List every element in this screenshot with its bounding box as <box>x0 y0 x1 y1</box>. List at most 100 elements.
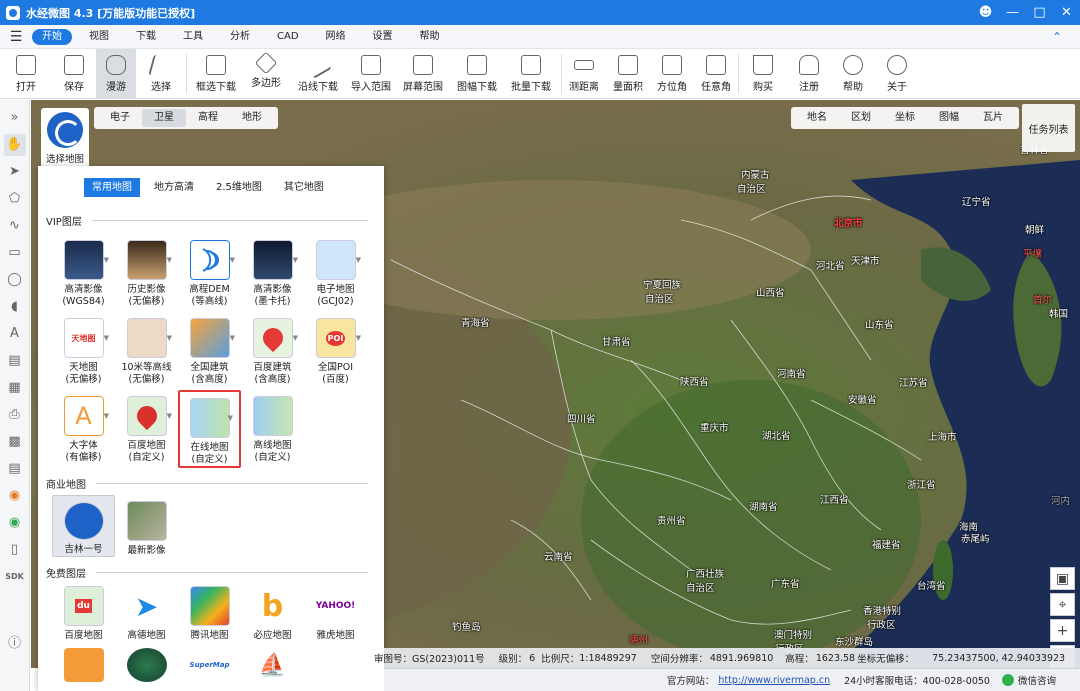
task-list-button[interactable]: 任务列表 <box>1022 104 1075 152</box>
layer-national-buildings[interactable]: ▼ 全国建筑 (含高度) <box>178 312 241 390</box>
layer-yahoo[interactable]: YAHOO! 雅虎地图 <box>304 580 367 642</box>
menu-network[interactable]: 网络 <box>316 29 356 45</box>
tab-terrain[interactable]: 地形 <box>230 109 274 127</box>
save-button[interactable]: 保存 <box>52 49 96 99</box>
wechat-consult-link[interactable]: 微信咨询 <box>1018 673 1056 687</box>
dropdown-arrow-icon[interactable]: ▼ <box>104 334 109 342</box>
menu-analysis[interactable]: 分析 <box>220 29 260 45</box>
dropdown-arrow-icon[interactable]: ▼ <box>356 256 361 264</box>
layer-large-font[interactable]: A ▼ 大字体 (有偏移) <box>52 390 115 468</box>
select-button[interactable]: 选择 <box>136 49 186 99</box>
tab-tiles[interactable]: 瓦片 <box>971 109 1015 127</box>
tab-electronic[interactable]: 电子 <box>98 109 142 127</box>
expand-icon[interactable]: » <box>4 107 26 129</box>
layer-baidu-custom[interactable]: ▼ 百度地图 (自定义) <box>115 390 178 468</box>
screen-range-button[interactable]: 屏幕范围 <box>393 49 453 99</box>
layer-baidu-buildings[interactable]: ▼ 百度建筑 (含高度) <box>241 312 304 390</box>
help-button[interactable]: 帮助 <box>831 49 875 99</box>
fullscreen-icon[interactable]: ▣ <box>1050 567 1075 590</box>
tab-other-maps[interactable]: 其它地图 <box>276 178 332 197</box>
azimuth-button[interactable]: 方位角 <box>650 49 694 99</box>
menu-download[interactable]: 下载 <box>126 29 166 45</box>
dropdown-arrow-icon[interactable]: ▼ <box>167 256 172 264</box>
help-tool-icon[interactable]: ⓘ <box>4 630 26 652</box>
dropdown-arrow-icon[interactable]: ▼ <box>167 334 172 342</box>
template-tool-icon[interactable]: ▤ <box>4 458 26 480</box>
select-tool-icon[interactable]: ➤ <box>4 161 26 183</box>
phone-tool-icon[interactable]: ▯ <box>4 539 26 561</box>
dropdown-arrow-icon[interactable]: ▼ <box>230 334 235 342</box>
menu-help[interactable]: 帮助 <box>410 29 450 45</box>
dropdown-arrow-icon[interactable]: ▼ <box>293 334 298 342</box>
sheet-download-button[interactable]: 图幅下载 <box>453 49 501 99</box>
official-site-link[interactable]: http://www.rivermap.cn <box>718 675 830 686</box>
tab-2-5d-maps[interactable]: 2.5维地图 <box>208 178 270 197</box>
sdk-tool-icon[interactable]: SDK <box>4 566 26 588</box>
layer-supermap[interactable]: SuperMap <box>178 642 241 682</box>
rectangle-tool-icon[interactable]: ▭ <box>4 242 26 264</box>
dropdown-arrow-icon[interactable]: ▼ <box>104 412 109 420</box>
menu-view[interactable]: 视图 <box>79 29 119 45</box>
register-button[interactable]: 注册 <box>787 49 831 99</box>
layer-online-custom[interactable]: ▼ 在线地图 (自定义) <box>178 390 241 468</box>
dropdown-arrow-icon[interactable]: ▼ <box>230 256 235 264</box>
layer-tianditu[interactable]: 天地图 ▼ 天地图 (无偏移) <box>52 312 115 390</box>
menu-tools[interactable]: 工具 <box>173 29 213 45</box>
tab-satellite[interactable]: 卫星 <box>142 109 186 127</box>
about-button[interactable]: 关于 <box>875 49 919 99</box>
polygon-tool-icon[interactable]: ⬠ <box>4 188 26 210</box>
any-angle-button[interactable]: 任意角 <box>694 49 738 99</box>
layer-hd-imagery-mercator[interactable]: ▼ 高清影像 (墨卡托) <box>241 234 304 312</box>
import-range-button[interactable]: 导入范围 <box>349 49 393 99</box>
dropdown-arrow-icon[interactable]: ▼ <box>228 414 233 422</box>
polygon-download-button[interactable]: 多边形 <box>245 49 287 99</box>
layer-history-imagery[interactable]: ▼ 历史影像 (无偏移) <box>115 234 178 312</box>
dropdown-arrow-icon[interactable]: ▼ <box>293 256 298 264</box>
tab-local-hd[interactable]: 地方高清 <box>146 178 202 197</box>
layer-electronic-gcj02[interactable]: ▼ 电子地图 (GCJ02) <box>304 234 367 312</box>
measure-tool-icon[interactable]: ▤ <box>4 350 26 372</box>
measure-area-button[interactable]: 量面积 <box>606 49 650 99</box>
layer-free-7[interactable] <box>115 642 178 682</box>
batch-download-button[interactable]: 批量下载 <box>501 49 561 99</box>
zoom-in-button[interactable]: + <box>1050 619 1075 642</box>
pan-button[interactable]: 漫游 <box>96 49 136 99</box>
pan-tool-icon[interactable]: ✋ <box>3 133 26 156</box>
layer-tencent[interactable]: 腾讯地图 <box>178 580 241 642</box>
minimize-button[interactable]: — <box>999 0 1026 25</box>
user-icon[interactable]: ☻ <box>972 0 999 25</box>
layer-10m-contour[interactable]: ▼ 10米等高线 (无偏移) <box>115 312 178 390</box>
layer-contour-custom[interactable]: 高线地图 (自定义) <box>241 390 304 468</box>
dropdown-arrow-icon[interactable]: ▼ <box>356 334 361 342</box>
layer-hd-imagery-wgs84[interactable]: ▼ 高清影像 (WGS84) <box>52 234 115 312</box>
locate-icon[interactable]: ⌖ <box>1050 593 1075 616</box>
layer-free-9[interactable]: ⛵ <box>241 642 304 682</box>
layer-baidu-free[interactable]: du 百度地图 <box>52 580 115 642</box>
dropdown-arrow-icon[interactable]: ▼ <box>104 256 109 264</box>
collapse-ribbon-icon[interactable]: ⌃ <box>1052 30 1062 44</box>
menu-start[interactable]: 开始 <box>32 28 72 45</box>
sector-tool-icon[interactable]: ◖ <box>4 296 26 318</box>
network-tool-icon[interactable]: ◉ <box>4 485 26 507</box>
tab-coordinates[interactable]: 坐标 <box>883 109 927 127</box>
menu-cad[interactable]: CAD <box>267 29 309 45</box>
select-map-button[interactable]: 选择地图 <box>41 108 89 166</box>
measure-distance-button[interactable]: 测距离 <box>562 49 606 99</box>
menu-settings[interactable]: 设置 <box>363 29 403 45</box>
tab-place-names[interactable]: 地名 <box>795 109 839 127</box>
buy-button[interactable]: 购买 <box>739 49 787 99</box>
tab-elevation[interactable]: 高程 <box>186 109 230 127</box>
polyline-tool-icon[interactable]: ∿ <box>4 215 26 237</box>
dropdown-arrow-icon[interactable]: ▼ <box>167 412 172 420</box>
tab-common-maps[interactable]: 常用地图 <box>84 178 140 197</box>
print-tool-icon[interactable]: ⎙ <box>4 404 26 426</box>
circle-tool-icon[interactable]: ◯ <box>4 269 26 291</box>
layer-amap[interactable]: ➤ 高德地图 <box>115 580 178 642</box>
layer-national-poi[interactable]: POI ▼ 全国POI (百度) <box>304 312 367 390</box>
layer-bing[interactable]: b 必应地图 <box>241 580 304 642</box>
close-button[interactable]: ✕ <box>1053 0 1080 25</box>
tab-divisions[interactable]: 区划 <box>839 109 883 127</box>
export-tool-icon[interactable]: ▩ <box>4 431 26 453</box>
layer-tool-icon[interactable]: ▦ <box>4 377 26 399</box>
map-tool-icon[interactable]: ◉ <box>4 512 26 534</box>
